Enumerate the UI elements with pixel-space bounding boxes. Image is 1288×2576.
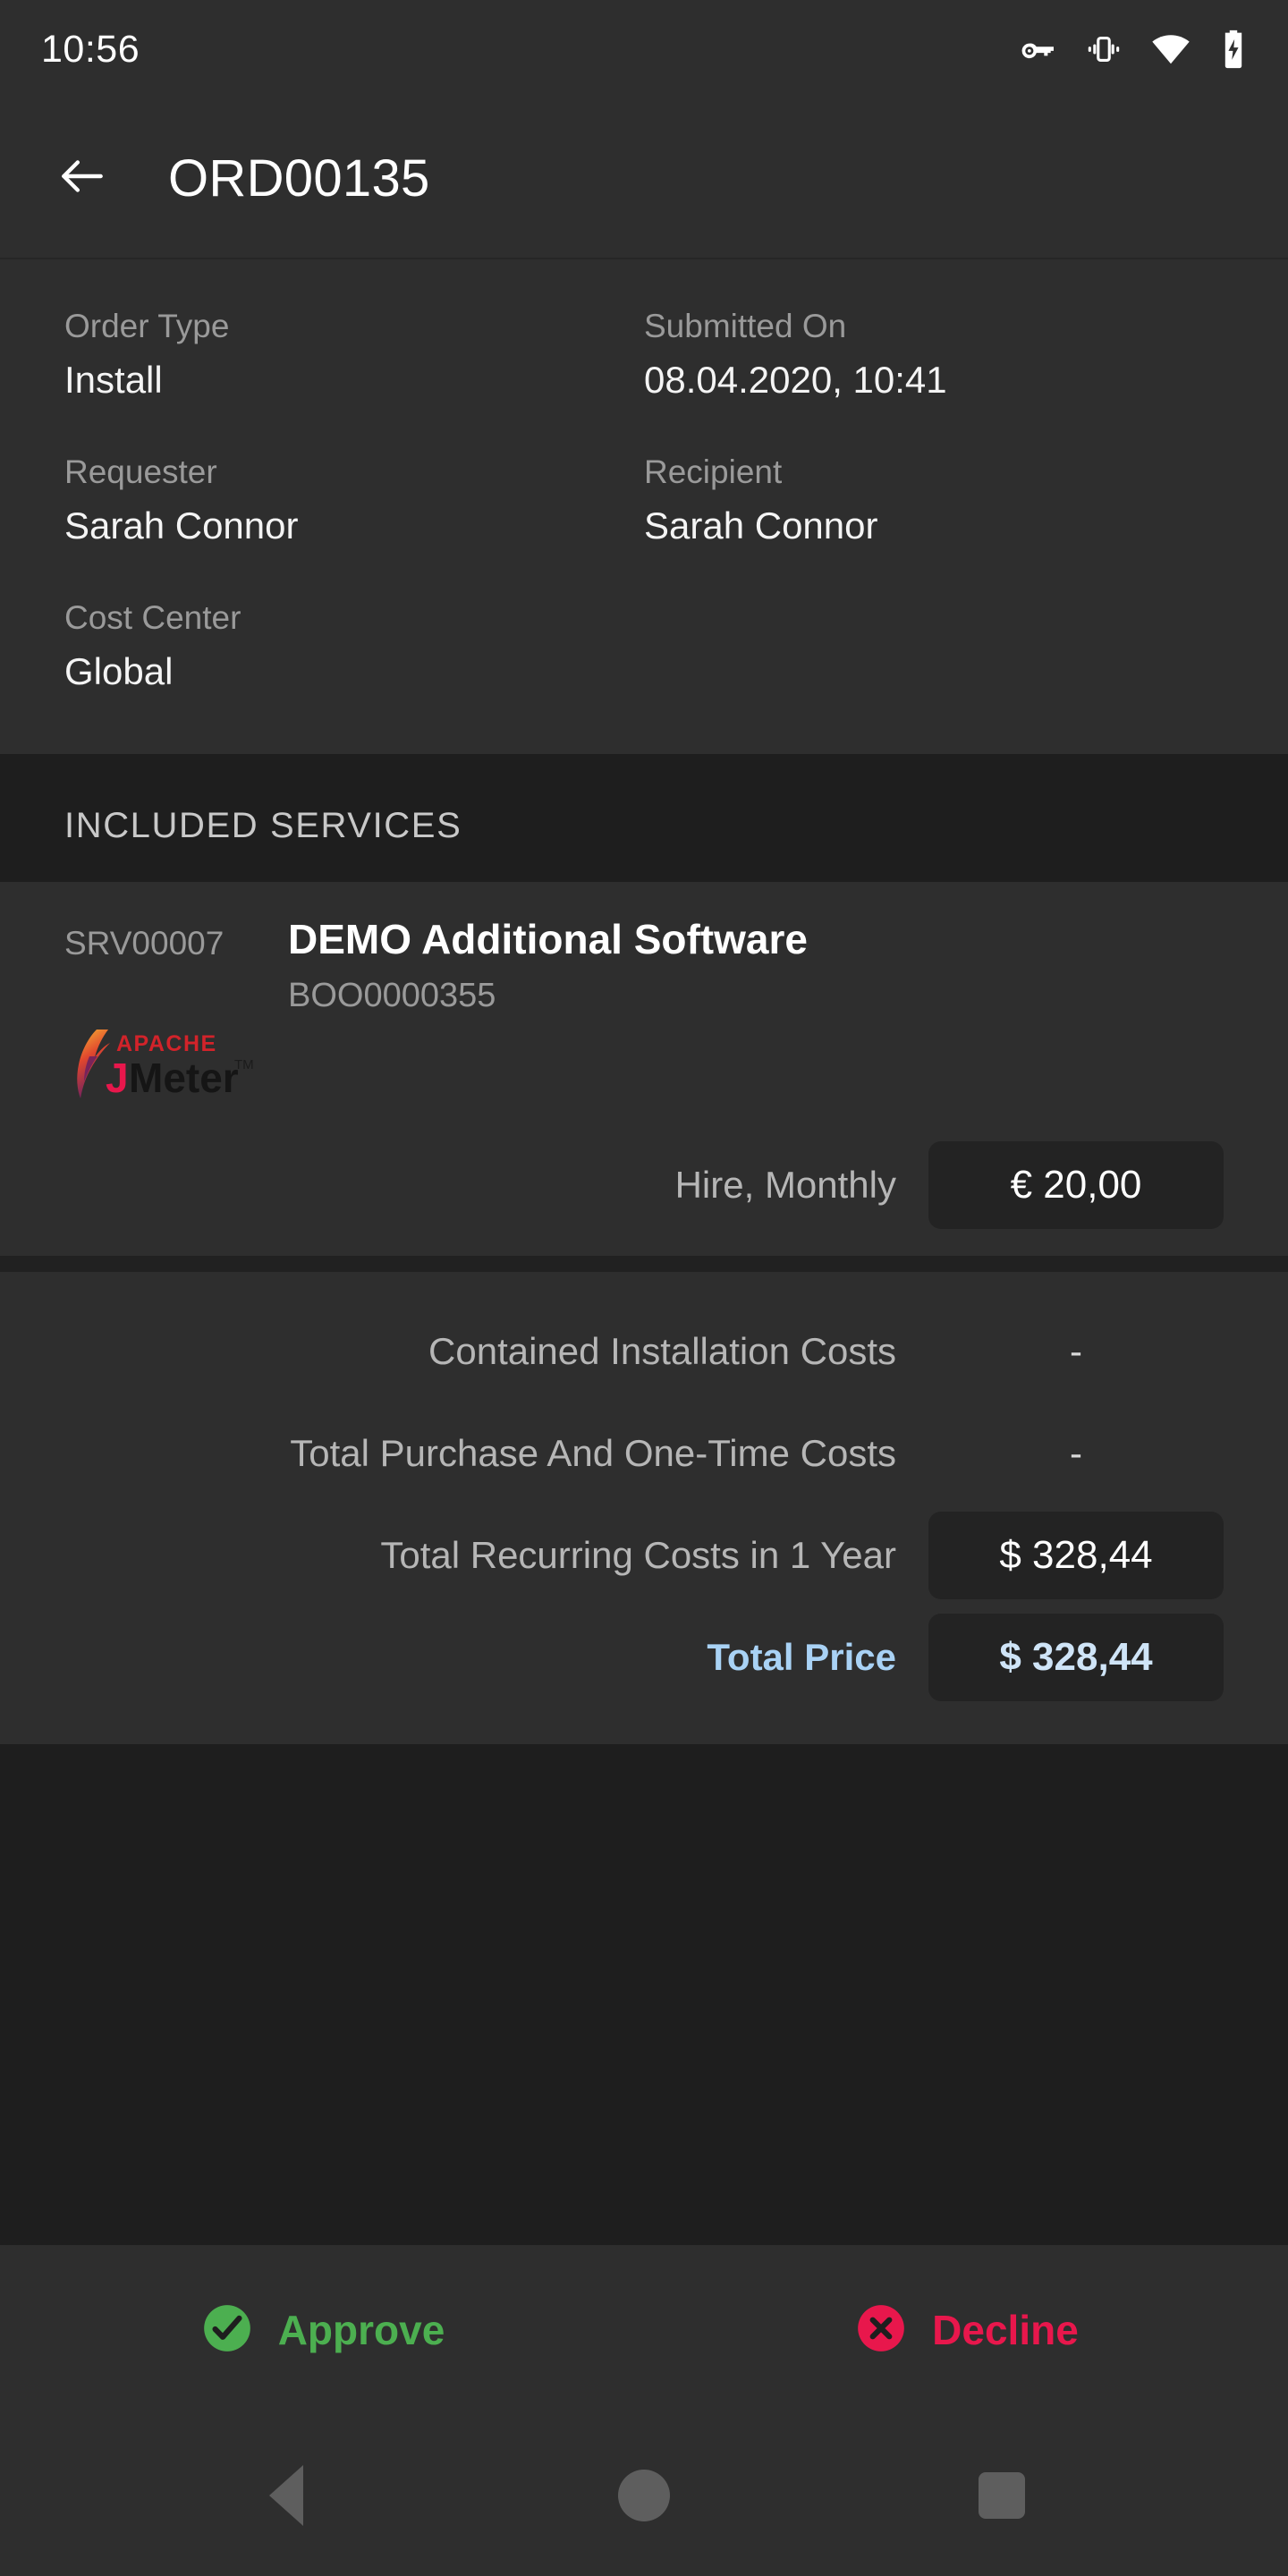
- detail-row: Requester Sarah Connor Recipient Sarah C…: [64, 452, 1224, 551]
- decline-label: Decline: [932, 2307, 1079, 2353]
- page-filler: [0, 1743, 1288, 2245]
- summary-label: Total Recurring Costs in 1 Year: [380, 1533, 896, 1576]
- vibrate-icon: [1084, 30, 1123, 69]
- field-recipient: Recipient Sarah Connor: [644, 452, 1224, 551]
- section-title: INCLUDED SERVICES: [64, 805, 462, 845]
- nav-recents-icon: [979, 2472, 1025, 2519]
- field-value: Sarah Connor: [64, 504, 299, 547]
- detail-row: Order Type Install Submitted On 08.04.20…: [64, 306, 1224, 405]
- summary-value: -: [1070, 1329, 1082, 1372]
- service-price-value: € 20,00: [1010, 1162, 1142, 1207]
- decline-button[interactable]: Decline: [644, 2245, 1288, 2415]
- approve-label: Approve: [277, 2307, 445, 2353]
- included-services-header: INCLUDED SERVICES: [0, 753, 1288, 882]
- service-price-row: Hire, Monthly € 20,00: [0, 1106, 1288, 1229]
- nav-back-button[interactable]: [233, 2442, 340, 2549]
- service-code: SRV00007: [64, 924, 225, 962]
- vpn-key-icon: [1018, 30, 1057, 69]
- summary-row-total-price: Total Price $ 328,44: [64, 1613, 1224, 1701]
- x-circle-icon: [853, 2301, 909, 2360]
- summary-value-chip: $ 328,44: [928, 1511, 1224, 1599]
- field-value: Install: [64, 359, 163, 402]
- page-title: ORD00135: [168, 148, 430, 208]
- summary-row-one-time-costs: Total Purchase And One-Time Costs -: [64, 1410, 1224, 1497]
- service-price-chip: € 20,00: [928, 1140, 1224, 1229]
- field-value: Global: [64, 649, 174, 692]
- field-order-type: Order Type Install: [64, 306, 644, 405]
- summary-row-recurring-costs: Total Recurring Costs in 1 Year $ 328,44: [64, 1511, 1224, 1599]
- field-submitted-on: Submitted On 08.04.2020, 10:41: [644, 306, 1224, 405]
- nav-back-icon: [269, 2465, 303, 2526]
- service-price-label: Hire, Monthly: [674, 1163, 896, 1206]
- section-divider: [0, 1255, 1288, 1272]
- battery-charging-icon: [1218, 29, 1249, 70]
- service-item-card[interactable]: SRV00007 DEMO Additional Software BOO000…: [0, 881, 1288, 1256]
- nav-home-button[interactable]: [590, 2442, 698, 2549]
- field-label: Cost Center: [64, 598, 242, 636]
- summary-value: $ 328,44: [999, 1532, 1153, 1577]
- service-main: DEMO Additional Software BOO0000355: [288, 914, 1224, 1015]
- summary-value-chip: $ 328,44: [928, 1613, 1224, 1701]
- svg-text:Meter: Meter: [129, 1055, 239, 1101]
- nav-recents-button[interactable]: [948, 2442, 1055, 2549]
- field-value: Sarah Connor: [644, 504, 878, 547]
- check-circle-icon: [199, 2301, 255, 2360]
- summary-label: Total Purchase And One-Time Costs: [290, 1431, 896, 1474]
- summary-label: Total Price: [707, 1635, 896, 1678]
- field-label: Submitted On: [644, 308, 847, 344]
- back-button[interactable]: [41, 137, 123, 219]
- arrow-left-icon: [55, 148, 110, 208]
- status-bar: 10:56: [0, 0, 1288, 98]
- summary-label: Contained Installation Costs: [428, 1329, 896, 1372]
- svg-text:J: J: [106, 1055, 129, 1101]
- phone-screen: 10:56 ORD00135 Order Type Install Submit…: [0, 0, 1288, 2576]
- field-requester: Requester Sarah Connor: [64, 452, 644, 551]
- service-name: DEMO Additional Software: [288, 915, 808, 962]
- field-cost-center: Cost Center Global: [64, 597, 644, 697]
- android-nav-bar: [0, 2415, 1288, 2576]
- nav-home-icon: [618, 2470, 670, 2521]
- action-bar: Approve Decline: [0, 2245, 1288, 2415]
- wifi-icon: [1150, 29, 1191, 70]
- summary-value: $ 328,44: [999, 1634, 1153, 1679]
- field-label: Recipient: [644, 453, 783, 490]
- apache-jmeter-logo: APACHE J Meter TM: [0, 1015, 1288, 1106]
- status-clock: 10:56: [41, 27, 140, 71]
- svg-text:APACHE: APACHE: [116, 1031, 217, 1056]
- approve-button[interactable]: Approve: [0, 2245, 644, 2415]
- app-bar: ORD00135: [0, 98, 1288, 259]
- summary-row-installation-costs: Contained Installation Costs -: [64, 1308, 1224, 1395]
- service-header: SRV00007 DEMO Additional Software BOO000…: [0, 914, 1288, 1015]
- cost-summary-panel: Contained Installation Costs - Total Pur…: [0, 1271, 1288, 1744]
- detail-row: Cost Center Global: [64, 597, 1224, 697]
- field-label: Order Type: [64, 308, 230, 344]
- field-value: 08.04.2020, 10:41: [644, 359, 947, 402]
- status-icons: [1018, 29, 1249, 70]
- field-empty: [644, 597, 1224, 697]
- service-booking-id: BOO0000355: [288, 976, 496, 1014]
- order-details-panel: Order Type Install Submitted On 08.04.20…: [0, 259, 1288, 754]
- svg-text:TM: TM: [234, 1057, 254, 1072]
- summary-value: -: [1070, 1431, 1082, 1474]
- field-label: Requester: [64, 453, 217, 490]
